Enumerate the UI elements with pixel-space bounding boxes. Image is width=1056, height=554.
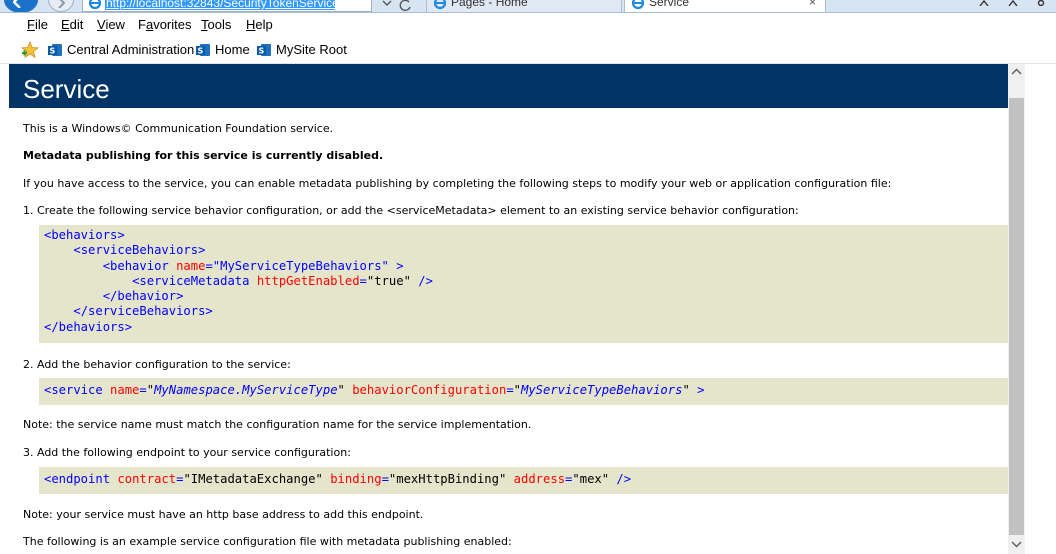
window-frame-right [1047, 64, 1056, 554]
ie-page-icon [88, 0, 102, 10]
forward-arrow-icon [58, 0, 66, 8]
ie-tab-icon [631, 0, 645, 10]
scroll-up-icon[interactable] [1008, 64, 1025, 81]
back-arrow-icon [13, 0, 21, 8]
menu-view[interactable]: View [97, 17, 125, 32]
favorites-bar: S Central Administration S Home S MySite… [0, 37, 1056, 64]
favorites-icon[interactable] [1008, 0, 1018, 6]
note-2-text: Note: your service must have an http bas… [23, 508, 424, 521]
menu-bar: File Edit View Favorites Tools Help [0, 13, 1056, 37]
address-bar[interactable]: http://localhost:32843/SecurityTokenServ… [82, 0, 450, 12]
step-2-text: 2. Add the behavior configuration to the… [23, 358, 291, 371]
svg-text:S: S [198, 47, 204, 56]
svg-text:S: S [50, 47, 56, 56]
example-text: The following is an example service conf… [23, 535, 512, 548]
tab-label: Service [649, 0, 690, 9]
page-header: Service [9, 64, 1008, 108]
back-button[interactable] [4, 0, 38, 12]
scrollbar-thumb[interactable] [1009, 98, 1024, 535]
refresh-icon[interactable] [398, 0, 412, 12]
tab-service[interactable]: Service × [624, 0, 826, 12]
menu-tools[interactable]: Tools [201, 17, 231, 32]
ie-tab-icon [433, 0, 447, 10]
home-icon[interactable] [979, 0, 989, 6]
page-viewport: Service This is a Windows© Communication… [9, 64, 1047, 554]
step-1-text: 1. Create the following service behavior… [23, 204, 799, 217]
menu-favorites[interactable]: Favorites [138, 17, 191, 32]
browser-tab-strip: http://localhost:32843/SecurityTokenServ… [0, 0, 1056, 13]
code-block-behaviors: <behaviors> <serviceBehaviors> <behavior… [39, 225, 1023, 343]
intro-text: This is a Windows© Communication Foundat… [23, 122, 334, 135]
scroll-down-icon[interactable] [1008, 535, 1025, 552]
page-title: Service [23, 74, 110, 104]
sharepoint-icon: S [257, 44, 271, 56]
code-block-endpoint: <endpoint contract="IMetadataExchange" b… [39, 467, 1023, 494]
menu-edit[interactable]: Edit [61, 17, 83, 32]
menu-help[interactable]: Help [246, 17, 273, 32]
favorites-star-icon[interactable] [21, 41, 39, 59]
tab-pages-home[interactable]: Pages - Home [426, 0, 622, 12]
tab-label: Pages - Home [451, 0, 528, 9]
window-frame-left [0, 64, 9, 554]
metadata-disabled-text: Metadata publishing for this service is … [23, 149, 384, 162]
if-access-text: If you have access to the service, you c… [23, 177, 892, 190]
fav-mysite-root[interactable]: S MySite Root [256, 41, 347, 59]
sharepoint-icon: S [196, 44, 210, 56]
menu-file[interactable]: File [27, 17, 48, 32]
note-1-text: Note: the service name must match the co… [23, 418, 532, 431]
svg-text:S: S [259, 47, 265, 56]
fav-home[interactable]: S Home [195, 41, 253, 59]
close-icon[interactable]: × [809, 0, 816, 8]
address-url[interactable]: http://localhost:32843/SecurityTokenServ… [105, 0, 335, 10]
vertical-scrollbar[interactable] [1008, 64, 1025, 554]
fav-central-administration[interactable]: S Central Administration [47, 41, 194, 59]
dropdown-arrow-icon[interactable] [380, 0, 394, 12]
step-3-text: 3. Add the following endpoint to your se… [23, 446, 351, 459]
sharepoint-icon: S [48, 44, 62, 56]
forward-button[interactable] [48, 0, 74, 12]
gear-icon[interactable] [1036, 0, 1046, 6]
code-block-service: <service name="MyNamespace.MyServiceType… [39, 378, 1023, 405]
